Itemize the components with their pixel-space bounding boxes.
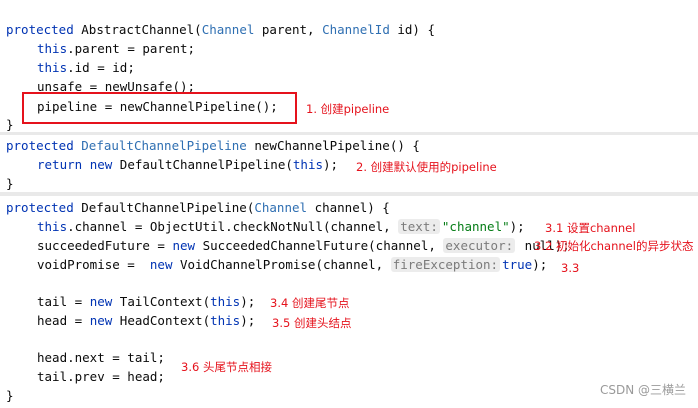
code-token: .channel = ObjectUtil.checkNotNull(chann… — [67, 219, 399, 234]
annotation-3-6: 3.6 头尾节点相接 — [181, 360, 272, 374]
keyword: protected — [6, 200, 74, 215]
code-token: ); — [323, 157, 339, 172]
param-hint: text: — [398, 219, 440, 234]
code-token: VoidChannelPromise(channel, — [172, 257, 391, 272]
code-token: succeededFuture = — [37, 238, 173, 253]
keyword: this — [210, 294, 241, 309]
code-token: DefaultChannelPipeline( — [73, 200, 255, 215]
annotation-3-5: 3.5 创建头结点 — [272, 316, 352, 330]
watermark: CSDN @三横兰 — [599, 383, 686, 397]
code-token: TailContext( — [112, 294, 211, 309]
code-token: ); — [240, 294, 256, 309]
code-token: ); — [532, 257, 548, 272]
code-line: protected DefaultChannelPipeline(Channel… — [6, 199, 390, 217]
code-line: head.next = tail; — [37, 350, 165, 365]
keyword: this — [210, 313, 241, 328]
code-token: head = — [37, 313, 90, 328]
code-token: newChannelPipeline() { — [246, 138, 420, 153]
keyword: new — [172, 238, 196, 253]
keyword: true — [502, 257, 533, 272]
code-token: .parent = parent; — [67, 41, 196, 56]
code-token: ); — [240, 313, 256, 328]
keyword: new — [149, 257, 173, 272]
code-token: SucceededChannelFuture(channel, — [195, 238, 444, 253]
class-name: AbstractChannel — [81, 22, 195, 37]
code-token: tail = — [37, 294, 90, 309]
annotation-3-4: 3.4 创建尾节点 — [270, 296, 350, 310]
keyword: new — [89, 294, 113, 309]
code-token: .id = id; — [67, 60, 135, 75]
code-token: HeadContext( — [112, 313, 211, 328]
annotation-3-1: 3.1 设置channel — [545, 221, 636, 235]
code-line: this.parent = parent; — [37, 40, 195, 58]
annotation-3-2: 3.2 初始化channel的异步状态 — [534, 239, 694, 253]
param-type: ChannelId — [322, 22, 390, 37]
code-token: ); — [509, 219, 525, 234]
keyword: protected — [6, 138, 74, 153]
code-line: voidPromise = new VoidChannelPromise(cha… — [37, 256, 547, 274]
keyword: new — [89, 157, 113, 172]
code-line: tail.prev = head; — [37, 369, 165, 384]
closing-brace: } — [6, 176, 14, 191]
keyword: this — [37, 60, 68, 75]
keyword: this — [37, 41, 68, 56]
code-line: tail = new TailContext(this); — [37, 293, 255, 311]
code-panel-abstract-channel: protected AbstractChannel(Channel parent… — [0, 0, 698, 132]
code-panel-new-channel-pipeline: protected DefaultChannelPipeline newChan… — [0, 135, 698, 192]
keyword: this — [292, 157, 323, 172]
keyword: return — [37, 157, 83, 172]
code-token: DefaultChannelPipeline( — [112, 157, 293, 172]
param-hint: executor: — [443, 238, 516, 253]
closing-brace: } — [6, 388, 14, 403]
keyword: this — [37, 219, 68, 234]
closing-brace: } — [6, 117, 14, 132]
code-token: channel) { — [307, 200, 390, 215]
annotation-1: 1. 创建pipeline — [306, 102, 390, 116]
code-token: id) { — [389, 22, 435, 37]
keyword: protected — [6, 22, 74, 37]
keyword: new — [89, 313, 113, 328]
code-line: this.channel = ObjectUtil.checkNotNull(c… — [37, 218, 525, 236]
code-token: parent, — [254, 22, 323, 37]
param-hint: fireException: — [390, 257, 501, 272]
highlight-box — [22, 92, 297, 124]
code-panel-default-channel-pipeline: protected DefaultChannelPipeline(Channel… — [0, 196, 698, 408]
return-type: DefaultChannelPipeline — [81, 138, 247, 153]
code-line: protected AbstractChannel(Channel parent… — [6, 21, 435, 39]
code-token: ( — [194, 22, 202, 37]
code-line: succeededFuture = new SucceededChannelFu… — [37, 237, 570, 255]
annotation-3-3: 3.3 — [561, 261, 580, 275]
code-line: return new DefaultChannelPipeline(this); — [37, 156, 338, 174]
string-literal: "channel" — [441, 219, 510, 234]
code-line: this.id = id; — [37, 59, 135, 77]
param-type: Channel — [201, 22, 255, 37]
code-line: protected DefaultChannelPipeline newChan… — [6, 137, 420, 155]
code-line: head = new HeadContext(this); — [37, 312, 255, 330]
param-type: Channel — [254, 200, 308, 215]
annotation-2: 2. 创建默认使用的pipeline — [356, 160, 497, 174]
code-token: voidPromise = — [37, 257, 150, 272]
